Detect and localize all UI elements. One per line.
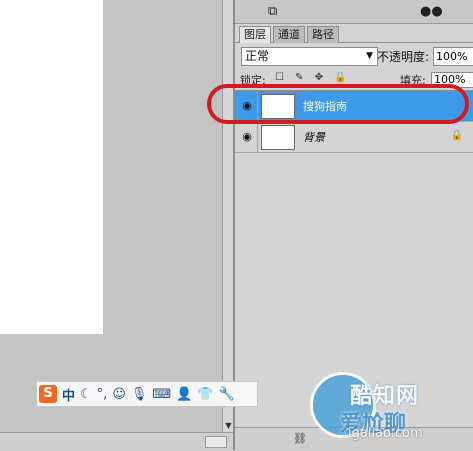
layer-name: 背景 — [303, 131, 325, 144]
eye-icon[interactable]: ◉ — [237, 122, 258, 152]
swatches-icon[interactable]: ●● — [420, 4, 443, 19]
opacity-label: 不透明度: — [377, 50, 430, 64]
watermark: 酷知网 爱尬聊 igaliao.com — [300, 362, 470, 446]
opacity-input[interactable]: 100% — [433, 47, 473, 66]
layer-thumbnail — [261, 125, 295, 150]
moon-icon[interactable]: ☾ — [80, 387, 92, 402]
chevron-down-icon: ▼ — [366, 51, 373, 61]
blend-row: 正常 ▼ 不透明度: 100% — [235, 45, 473, 69]
ime-toolbar: S 中 ☾ °, ☺ 🎙 ⌨ 👤 👕 🔧 — [36, 381, 258, 407]
punctuation-icon[interactable]: °, — [97, 387, 108, 402]
layer-row[interactable]: ◉ 背景 🔒 — [235, 122, 473, 153]
scroll-thumb[interactable] — [205, 436, 227, 448]
document-canvas[interactable] — [0, 0, 103, 334]
panel-tabs: 图层 通道 路径 — [235, 24, 473, 43]
watermark-url: igaliao.com — [348, 426, 423, 441]
blend-mode-value: 正常 — [245, 49, 270, 63]
blend-mode-select[interactable]: 正常 ▼ — [241, 47, 378, 66]
tab-paths[interactable]: 路径 — [307, 26, 339, 43]
canvas-area[interactable] — [0, 0, 222, 432]
sogou-logo-icon[interactable]: S — [39, 385, 57, 403]
tool-icon[interactable]: 🔧 — [219, 387, 235, 402]
microphone-icon[interactable]: 🎙 — [131, 387, 148, 402]
emoji-icon[interactable]: ☺ — [112, 387, 126, 402]
lock-options-icon[interactable]: ☐ ✎ ✥ 🔒 — [275, 72, 351, 83]
lock-icon: 🔒 — [450, 130, 463, 141]
keyboard-icon[interactable]: ⌨ — [152, 387, 171, 402]
user-icon[interactable]: 👤 — [176, 387, 192, 402]
ime-mode-toggle[interactable]: 中 — [62, 385, 75, 404]
horizontal-scrollbar[interactable] — [0, 432, 233, 451]
navigator-icon[interactable]: ⧉ — [268, 4, 277, 19]
panel-top-strip: ⧉ ●● — [235, 0, 473, 24]
selection-highlight-annotation — [207, 84, 469, 124]
skin-icon[interactable]: 👕 — [197, 387, 213, 402]
tab-channels[interactable]: 通道 — [273, 26, 305, 43]
tab-layers[interactable]: 图层 — [239, 26, 271, 43]
